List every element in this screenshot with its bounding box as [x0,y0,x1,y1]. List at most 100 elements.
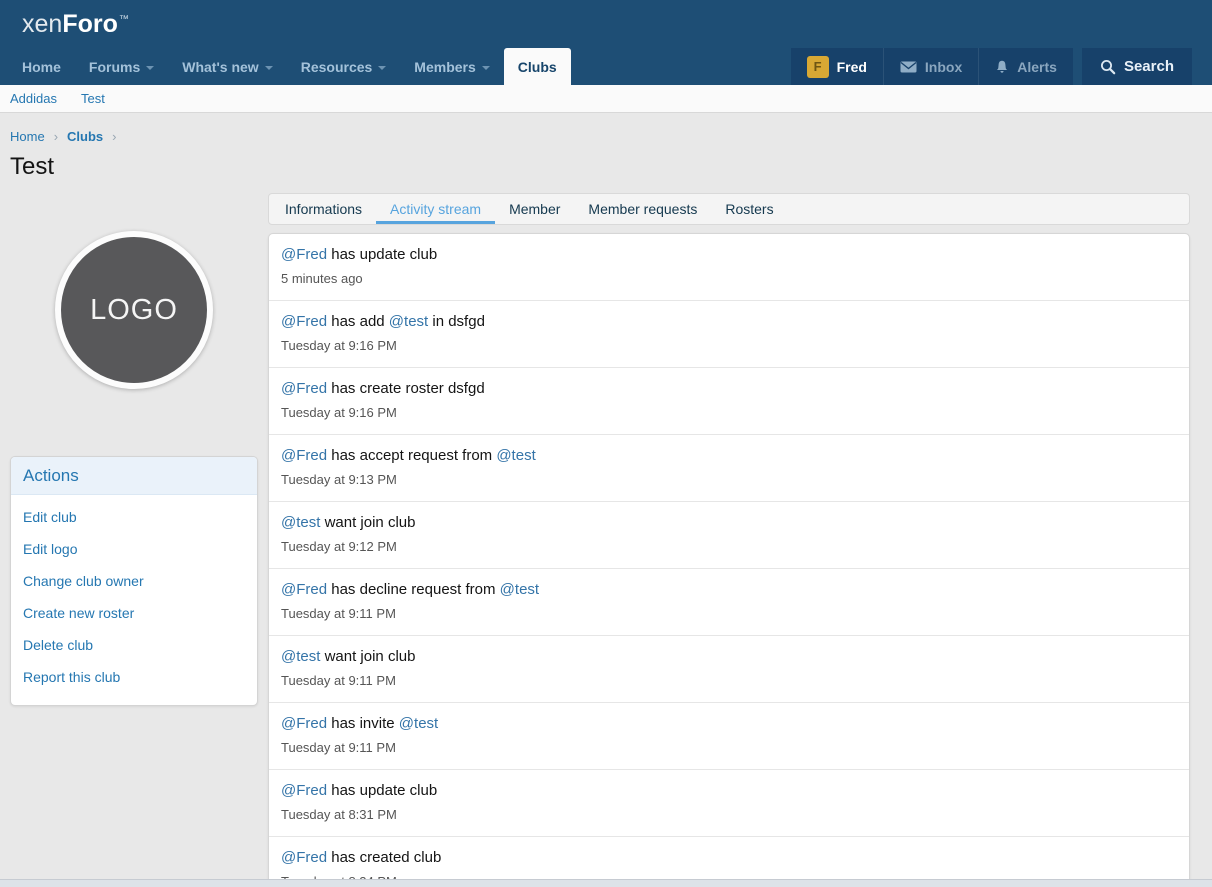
user-mention-link[interactable]: @test [281,514,320,531]
breadcrumb-separator: › [54,129,58,144]
activity-timestamp: Tuesday at 9:12 PM [281,538,1177,555]
actions-list: Edit clubEdit logoChange club ownerCreat… [11,495,257,705]
activity-text: @Fred has create roster dsfgd [281,379,1177,399]
breadcrumb-link-home[interactable]: Home [10,129,45,144]
nav-item-what-s-new[interactable]: What's new [168,48,286,85]
chevron-down-icon [146,66,154,70]
activity-text-segment: has created club [327,849,441,866]
chevron-down-icon [378,66,386,70]
activity-item: @Fred has update club Tuesday at 8:31 PM [269,769,1189,836]
user-mention-link[interactable]: @Fred [281,782,327,799]
club-tabs: InformationsActivity streamMemberMember … [268,193,1190,225]
tab-activity-stream[interactable]: Activity stream [376,194,495,224]
activity-timestamp: Tuesday at 9:13 PM [281,471,1177,488]
nav-item-forums[interactable]: Forums [75,48,168,85]
nav-item-label: Members [414,59,475,75]
activity-text: @Fred has update club [281,245,1177,265]
activity-item: @test want join club Tuesday at 9:12 PM [269,501,1189,568]
search-button[interactable]: Search [1082,48,1192,85]
two-column-layout: LOGO Actions Edit clubEdit logoChange cl… [10,193,1190,887]
user-mention-link[interactable]: @Fred [281,581,327,598]
activity-text-segment: has invite [327,715,399,732]
user-mention-link[interactable]: @test [496,447,535,464]
breadcrumb-link-clubs[interactable]: Clubs [67,129,103,144]
site-logo[interactable]: xenForo™ [22,10,129,39]
user-mention-link[interactable]: @Fred [281,849,327,866]
avatar: F [807,56,829,78]
tab-informations[interactable]: Informations [271,194,376,224]
account-username: Fred [837,59,867,75]
activity-item: @Fred has add @test in dsfgdTuesday at 9… [269,300,1189,367]
account-button[interactable]: F Fred [791,48,883,85]
chevron-down-icon [482,66,490,70]
action-link-change-club-owner[interactable]: Change club owner [23,565,245,597]
main-nav: Home Forums What's new Resources Members Club… [0,48,1212,85]
search-label: Search [1124,58,1174,75]
tab-rosters[interactable]: Rosters [711,194,787,224]
activity-text-segment: want join club [320,514,415,531]
user-mention-link[interactable]: @Fred [281,313,327,330]
main-column: InformationsActivity streamMemberMember … [268,193,1190,887]
window-bottom-edge [0,879,1212,887]
activity-text: @test want join club [281,647,1177,667]
activity-timestamp: Tuesday at 9:11 PM [281,605,1177,622]
nav-item-label: Forums [89,59,140,75]
subnav-link-test[interactable]: Test [81,91,105,106]
page-title: Test [10,153,1190,181]
nav-item-members[interactable]: Members [400,48,503,85]
activity-text-segment: has update club [327,246,437,263]
action-link-create-new-roster[interactable]: Create new roster [23,597,245,629]
breadcrumb: Home›Clubs› [10,129,1190,144]
envelope-icon [900,61,917,73]
site-header: xenForo™ Home Forums What's new Resources Me… [0,0,1212,85]
tab-member-requests[interactable]: Member requests [574,194,711,224]
alerts-label: Alerts [1017,59,1057,75]
action-link-edit-club[interactable]: Edit club [23,501,245,533]
action-link-report-this-club[interactable]: Report this club [23,661,245,693]
trademark-mark: ™ [119,14,129,25]
activity-text-segment: has accept request from [327,447,496,464]
user-mention-link[interactable]: @test [389,313,428,330]
activity-timestamp: Tuesday at 9:16 PM [281,404,1177,421]
user-mention-link[interactable]: @Fred [281,246,327,263]
club-logo: LOGO [55,231,213,389]
activity-text: @Fred has update club [281,781,1177,801]
logo-prefix: xen [22,10,62,38]
logo-suffix: Foro [62,10,118,38]
visitor-nav: F Fred Inbox Alerts [791,48,1192,85]
alerts-button[interactable]: Alerts [978,48,1073,85]
action-link-edit-logo[interactable]: Edit logo [23,533,245,565]
user-mention-link[interactable]: @Fred [281,447,327,464]
activity-item: @test want join clubTuesday at 9:11 PM [269,635,1189,702]
inbox-label: Inbox [925,59,962,75]
subnav-link-addidas[interactable]: Addidas [10,91,57,106]
user-mention-link[interactable]: @test [500,581,539,598]
nav-item-label: What's new [182,59,258,75]
nav-item-home[interactable]: Home [8,48,75,85]
left-sidebar: LOGO Actions Edit clubEdit logoChange cl… [10,193,258,706]
nav-item-label: Home [22,59,61,75]
action-link-delete-club[interactable]: Delete club [23,629,245,661]
activity-text-segment: has decline request from [327,581,500,598]
nav-item-clubs[interactable]: Clubs [504,48,571,85]
tab-member[interactable]: Member [495,194,574,224]
user-mention-link[interactable]: @test [281,648,320,665]
activity-text: @Fred has add @test in dsfgd [281,312,1177,332]
user-mention-link[interactable]: @Fred [281,715,327,732]
activity-timestamp: Tuesday at 8:31 PM [281,806,1177,823]
search-icon [1100,59,1116,75]
activity-item: @Fred has create roster dsfgd Tuesday at … [269,367,1189,434]
user-mention-link[interactable]: @test [399,715,438,732]
activity-item: @Fred has invite @test Tuesday at 9:11 PM [269,702,1189,769]
visitor-tabs: F Fred Inbox Alerts [791,48,1073,85]
nav-item-resources[interactable]: Resources [287,48,401,85]
activity-text-segment: has add [327,313,389,330]
inbox-button[interactable]: Inbox [883,48,978,85]
activity-timestamp: Tuesday at 9:11 PM [281,739,1177,756]
nav-item-label: Resources [301,59,373,75]
content-area: Home›Clubs› Test LOGO Actions Edit clubE… [0,129,1212,887]
activity-item: @Fred has accept request from @test Tuesd… [269,434,1189,501]
user-mention-link[interactable]: @Fred [281,380,327,397]
actions-panel-title: Actions [11,457,257,495]
actions-panel: Actions Edit clubEdit logoChange club ow… [10,456,258,706]
